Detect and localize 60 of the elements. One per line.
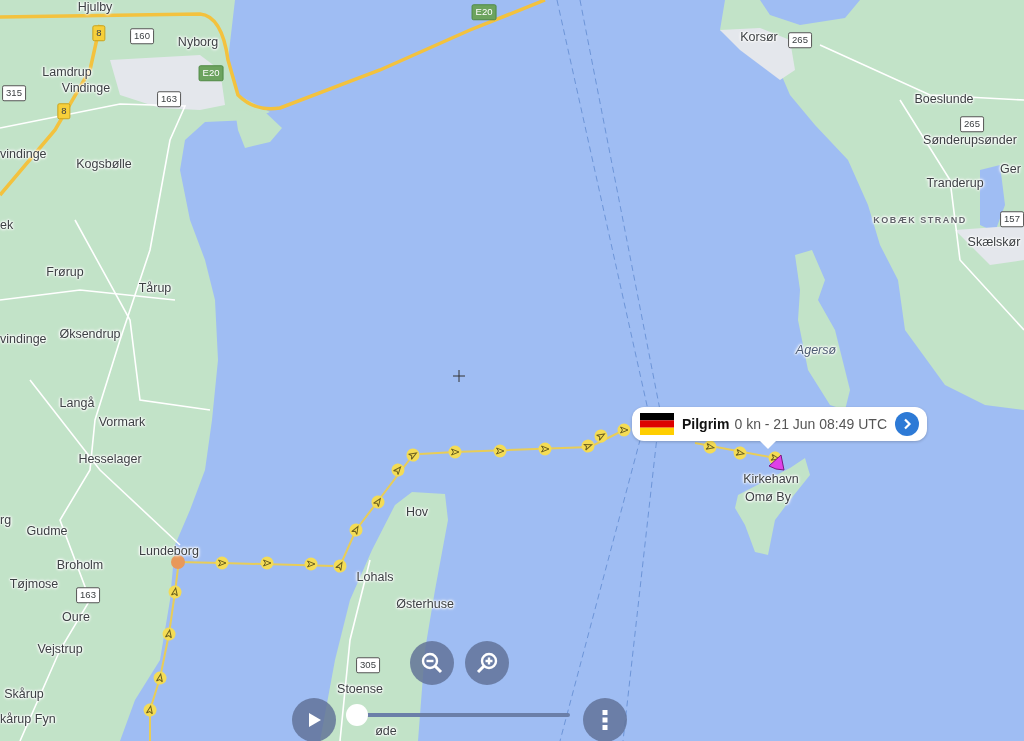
place-label: Broholm: [56, 558, 104, 572]
place-label: Vormark: [98, 415, 146, 429]
place-label: Østerhuse: [396, 597, 454, 611]
place-label: Oure: [62, 610, 90, 624]
place-label: Sønderupsønder: [923, 133, 1017, 147]
road-number: 315: [2, 85, 26, 101]
road-number: 163: [76, 587, 100, 603]
crosshair-icon: [452, 369, 466, 383]
place-label: Nyborg: [177, 35, 219, 49]
flag-icon: [640, 413, 674, 435]
place-label: Tårup: [138, 281, 172, 295]
road-number: 305: [356, 657, 380, 673]
place-label: Langå: [59, 396, 95, 410]
place-label: rg: [0, 513, 12, 527]
more-vertical-icon: [602, 709, 608, 731]
road-number: 157: [1000, 211, 1024, 227]
place-label: Kogsbølle: [76, 157, 132, 171]
place-label: kårup Fyn: [0, 712, 56, 726]
place-label: Skårup: [4, 687, 44, 701]
place-label: Frørup: [46, 265, 84, 279]
place-label: Hov: [405, 505, 429, 519]
zoom-in-icon: [475, 651, 499, 675]
place-label: Ger: [1000, 162, 1021, 176]
place-label: Agersø: [795, 343, 837, 357]
place-label: Skælskør: [967, 235, 1021, 249]
place-label: Hjulby: [77, 0, 113, 14]
place-label: Lohals: [356, 570, 394, 584]
timeline-slider[interactable]: [346, 704, 570, 726]
ship-icon[interactable]: [768, 454, 785, 471]
zoom-out-icon: [420, 651, 444, 675]
road-number: 8: [57, 103, 71, 119]
islet: [235, 110, 282, 148]
town-area: [955, 225, 1024, 265]
place-label: Vejstrup: [37, 642, 83, 656]
road-number: 265: [788, 32, 812, 48]
road-number: 160: [130, 28, 154, 44]
place-label: øde: [375, 724, 397, 738]
place-label: Korsør: [740, 30, 778, 44]
place-label: Hesselager: [78, 452, 142, 466]
road-number: 8: [92, 25, 106, 41]
vessel-details: 0 kn - 21 Jun 08:49 UTC: [734, 416, 887, 432]
chevron-right-icon: [901, 418, 913, 430]
place-label: Tranderup: [926, 176, 984, 190]
vessel-details-button[interactable]: [895, 412, 919, 436]
place-label: Stoense: [337, 682, 383, 696]
place-label: Kirkehavn: [743, 472, 799, 486]
road-number: 265: [960, 116, 984, 132]
place-label: Gudme: [26, 524, 68, 538]
vessel-name: Pilgrim: [682, 416, 730, 432]
place-label: KOBÆK STRAND: [873, 215, 967, 225]
road-number: E20: [198, 65, 224, 81]
place-label: Omø By: [745, 490, 791, 504]
place-label: Tøjmose: [9, 577, 59, 591]
place-label: Øksendrup: [59, 327, 121, 341]
place-label: vindinge: [0, 332, 47, 346]
place-label: Boeslunde: [914, 92, 974, 106]
road-number: 163: [157, 91, 181, 107]
place-label: ek: [0, 218, 14, 232]
road-number: E20: [471, 4, 497, 20]
place-label: Lundeborg: [139, 544, 199, 558]
